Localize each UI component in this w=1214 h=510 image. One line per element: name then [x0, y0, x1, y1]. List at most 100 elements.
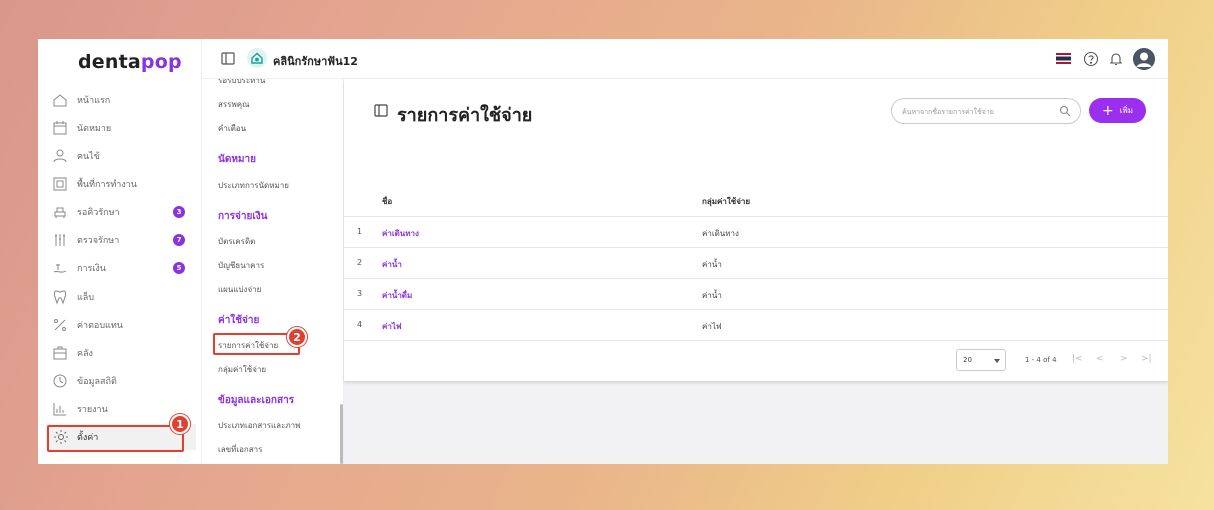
add-button[interactable]: + เพิ่ม	[1089, 98, 1146, 123]
sidebar-item-statistics[interactable]: ข้อมูลสถิติ	[38, 368, 202, 394]
step-marker-1: 1	[170, 414, 190, 434]
calendar-icon	[52, 120, 68, 136]
count-badge: 3	[173, 206, 185, 218]
storage-icon	[52, 345, 68, 361]
sidebar-item-label: ค่าตอบแทน	[77, 321, 123, 331]
submenu-item[interactable]: บัตรเครดิต	[218, 235, 255, 248]
main-content: รายการค่าใช้จ่าย ค้นหาจากชื่อรายการค่าใช…	[344, 79, 1168, 464]
submenu-item-expense-group[interactable]: กลุ่มค่าใช้จ่าย	[218, 363, 266, 376]
highlight-settings	[47, 425, 184, 452]
sidebar-item-label: รอคิวรักษา	[77, 208, 120, 218]
clinic-icon	[247, 48, 267, 68]
user-icon	[52, 148, 68, 164]
table-row[interactable]: 2 ค่าน้ำ ค่าน้ำ	[344, 248, 1168, 279]
clinic-name[interactable]: คลินิกรักษาฟัน12	[273, 52, 358, 70]
expense-group-cell: ค่าน้ำ	[702, 260, 722, 269]
help-icon[interactable]	[1083, 51, 1099, 67]
column-header-group[interactable]: กลุ่มค่าใช้จ่าย	[702, 195, 750, 208]
search-placeholder: ค้นหาจากชื่อรายการค่าใช้จ่าย	[902, 108, 994, 116]
sidebar-item-treatment[interactable]: ตรวจรักษา 7	[38, 227, 202, 253]
submenu-heading: ค่าใช้จ่าย	[218, 315, 260, 326]
report-icon	[52, 401, 68, 417]
sidebar-item-home[interactable]: หน้าแรก	[38, 87, 202, 113]
sidebar-item-label: นัดหมาย	[77, 124, 112, 134]
bell-icon[interactable]	[1108, 51, 1124, 67]
search-input[interactable]: ค้นหาจากชื่อรายการค่าใช้จ่าย	[891, 98, 1081, 124]
sidebar-item-label: แล็บ	[77, 293, 95, 303]
money-icon	[52, 260, 68, 276]
sidebar-item-queue[interactable]: รอคิวรักษา 3	[38, 199, 202, 225]
thai-flag-icon[interactable]	[1056, 53, 1071, 64]
sidebar-item-label: ข้อมูลสถิติ	[77, 377, 117, 387]
sidebar-item-label: คนไข้	[77, 152, 100, 162]
submenu-heading: การจ่ายเงิน	[218, 211, 268, 222]
table-row[interactable]: 4 ค่าไฟ ค่าไฟ	[344, 310, 1168, 341]
sidebar-item-label: ตรวจรักษา	[77, 236, 120, 246]
submenu-item[interactable]: คำเตือน	[218, 122, 246, 135]
sidebar-item-finance[interactable]: การเงิน 5	[38, 255, 202, 281]
last-page-icon[interactable]: >|	[1141, 354, 1152, 364]
table-row[interactable]: 1 ค่าเดินทาง ค่าเดินทาง	[344, 217, 1168, 248]
percent-icon	[52, 317, 68, 333]
sidebar-item-label: หน้าแรก	[77, 96, 111, 106]
submenu-item[interactable]: รอรับประทาน	[218, 79, 265, 87]
row-number: 1	[357, 227, 363, 236]
expense-name-link[interactable]: ค่าน้ำดื่ม	[382, 289, 412, 302]
column-header-name[interactable]: ชื่อ	[382, 195, 392, 208]
sidebar-item-compensation[interactable]: ค่าตอบแทน	[38, 312, 202, 338]
submenu-item[interactable]: ประเภทการนัดหมาย	[218, 179, 289, 192]
stats-icon	[52, 373, 68, 389]
expense-name-link[interactable]: ค่าน้ำ	[382, 258, 402, 271]
settings-submenu: รอรับประทาน สรรพคุณ คำเตือน นัดหมาย ประเ…	[202, 79, 344, 464]
expense-name-link[interactable]: ค่าเดินทาง	[382, 227, 419, 240]
expense-group-cell: ค่าไฟ	[702, 322, 722, 331]
submenu-item[interactable]: บัญชีธนาคาร	[218, 259, 264, 272]
app-window: dentapop หน้าแรก นัดหมาย คนไข้ พื้นที่กา…	[38, 39, 1168, 464]
sidebar-item-patients[interactable]: คนไข้	[38, 143, 202, 169]
page-title: รายการค่าใช้จ่าย	[397, 105, 533, 126]
sidebar-item-lab[interactable]: แล็บ	[38, 284, 202, 310]
next-page-icon[interactable]: >	[1120, 354, 1128, 364]
search-icon	[1059, 105, 1071, 117]
page-size-value: 20	[963, 356, 972, 364]
first-page-icon[interactable]: |<	[1072, 354, 1083, 364]
sidebar-item-appointments[interactable]: นัดหมาย	[38, 115, 202, 141]
expense-card: รายการค่าใช้จ่าย ค้นหาจากชื่อรายการค่าใช…	[344, 79, 1168, 381]
table-row[interactable]: 3 ค่าน้ำดื่ม ค่าน้ำ	[344, 279, 1168, 310]
row-number: 3	[357, 289, 363, 298]
sidebar-item-storage[interactable]: คลัง	[38, 340, 202, 366]
tools-icon	[52, 232, 68, 248]
sidebar-item-workspace[interactable]: พื้นที่การทำงาน	[38, 171, 202, 197]
expense-name-link[interactable]: ค่าไฟ	[382, 320, 402, 333]
submenu-item[interactable]: ประเภทเอกสารและภาพ	[218, 419, 300, 432]
table-header: ชื่อ กลุ่มค่าใช้จ่าย	[344, 184, 1168, 217]
chevron-down-icon	[994, 359, 1000, 363]
submenu-heading: ข้อมูลและเอกสาร	[218, 395, 295, 406]
row-number: 4	[357, 320, 363, 329]
chair-icon	[52, 204, 68, 220]
submenu-heading: นัดหมาย	[218, 154, 256, 165]
list-view-icon	[374, 104, 388, 117]
add-button-label: เพิ่ม	[1119, 106, 1133, 115]
step-marker-2: 2	[287, 327, 307, 347]
submenu-scrollbar[interactable]	[340, 404, 343, 464]
workspace-icon	[52, 176, 68, 192]
sidebar-item-label: พื้นที่การทำงาน	[77, 180, 137, 190]
sidebar-item-label: รายงาน	[77, 405, 108, 415]
page-size-select[interactable]: 20	[956, 349, 1006, 371]
sidebar-item-label: คลัง	[77, 349, 93, 359]
count-badge: 5	[173, 262, 185, 274]
sidebar: dentapop หน้าแรก นัดหมาย คนไข้ พื้นที่กา…	[38, 39, 202, 464]
home-icon	[52, 92, 68, 108]
expense-group-cell: ค่าเดินทาง	[702, 229, 739, 238]
submenu-item[interactable]: เลขที่เอกสาร	[218, 443, 262, 456]
avatar[interactable]	[1133, 48, 1155, 70]
submenu-item[interactable]: สรรพคุณ	[218, 98, 250, 111]
logo: dentapop	[78, 51, 182, 73]
sidebar-toggle-icon[interactable]	[221, 52, 235, 65]
submenu-item[interactable]: แผนแบ่งจ่าย	[218, 283, 261, 296]
top-bar: คลินิกรักษาฟัน12	[202, 39, 1168, 79]
pagination-info: 1 - 4 of 4	[1025, 356, 1057, 364]
prev-page-icon[interactable]: <	[1096, 354, 1104, 364]
expense-group-cell: ค่าน้ำ	[702, 291, 722, 300]
